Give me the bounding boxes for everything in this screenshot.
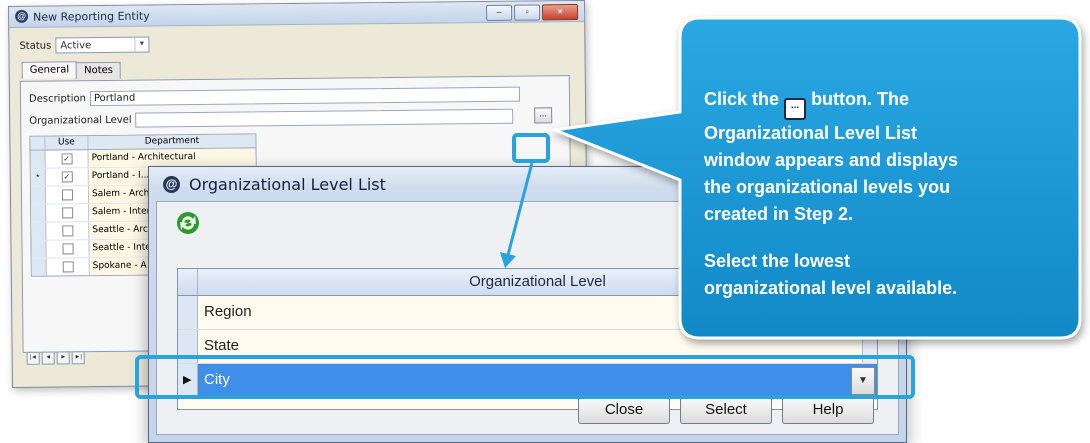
callout-line-4: the organizational levels you xyxy=(704,177,951,197)
next-record-button[interactable]: ► xyxy=(56,351,70,365)
callout-text: Click the ... button. The Organizational… xyxy=(704,86,1064,302)
description-label: Description xyxy=(28,93,86,105)
dialog-title: Organizational Level List xyxy=(189,175,386,194)
record-navigator: |◄ ◄ ► ►| xyxy=(26,351,85,365)
use-checkbox[interactable]: ✓ xyxy=(61,171,73,183)
title-bar: @ New Reporting Entity – ▫ × xyxy=(9,0,585,28)
ellipsis-button[interactable]: ... xyxy=(534,107,553,124)
maximize-button[interactable]: ▫ xyxy=(514,4,541,21)
callout-line-6: Select the lowest xyxy=(704,251,851,271)
status-dropdown[interactable]: Active ▼ xyxy=(55,36,150,54)
use-checkbox[interactable] xyxy=(62,261,74,273)
refresh-icon[interactable] xyxy=(175,210,201,236)
use-checkbox[interactable] xyxy=(61,207,73,219)
help-button[interactable]: Help xyxy=(782,396,874,424)
callout-line-2: Organizational Level List xyxy=(704,123,918,143)
status-label: Status xyxy=(19,40,52,52)
last-record-button[interactable]: ►| xyxy=(71,351,85,365)
close-button[interactable]: Close xyxy=(578,396,670,424)
row-selector-header xyxy=(178,269,198,295)
department-cell: Portland - Architectural xyxy=(88,148,256,168)
callout-line-7: organizational level available. xyxy=(704,278,958,298)
close-window-button[interactable]: × xyxy=(542,4,579,21)
row-marker xyxy=(30,186,47,204)
status-value: Active xyxy=(60,39,92,51)
org-level-label: Organizational Level xyxy=(29,114,132,127)
use-checkbox[interactable]: ✓ xyxy=(61,153,73,165)
org-level-row-label: Region xyxy=(204,303,252,320)
minimize-button[interactable]: – xyxy=(486,4,513,21)
callout-line-5: created in Step 2. xyxy=(704,204,854,224)
city-row-highlight xyxy=(135,355,915,399)
callout-spacer xyxy=(704,228,1064,248)
tab-general[interactable]: General xyxy=(21,61,78,79)
chevron-down-icon[interactable]: ▼ xyxy=(134,37,149,52)
row-selector-header xyxy=(30,136,46,150)
use-checkbox[interactable] xyxy=(61,243,74,255)
ellipsis-highlight xyxy=(512,133,550,163)
org-level-field[interactable] xyxy=(135,108,514,128)
app-icon: @ xyxy=(163,176,180,193)
use-column-header: Use xyxy=(45,136,89,150)
use-checkbox[interactable] xyxy=(61,189,73,201)
callout-line-1: Click the ... button. The xyxy=(704,86,1064,120)
ellipsis-button-icon: ... xyxy=(784,98,807,120)
org-level-row-label: State xyxy=(204,337,240,354)
department-column-header: Department xyxy=(144,136,200,147)
description-field[interactable]: Portland xyxy=(89,86,520,107)
row-marker xyxy=(30,150,46,168)
row-marker xyxy=(31,222,47,240)
prev-record-button[interactable]: ◄ xyxy=(41,351,55,365)
callout-text-post: button. The xyxy=(811,89,910,109)
row-marker: * xyxy=(30,168,46,186)
row-selector xyxy=(178,296,198,329)
callout-text-pre: Click the xyxy=(704,89,780,109)
select-button[interactable]: Select xyxy=(680,396,772,424)
row-marker xyxy=(31,258,47,276)
first-record-button[interactable]: |◄ xyxy=(26,351,40,365)
callout-line-3: window appears and displays xyxy=(704,150,959,170)
use-checkbox[interactable] xyxy=(61,225,73,237)
app-icon: @ xyxy=(15,9,29,23)
button-row: Close Select Help xyxy=(578,396,874,424)
window-title: New Reporting Entity xyxy=(33,9,150,24)
row-marker xyxy=(31,240,47,258)
row-marker xyxy=(31,204,47,222)
tab-notes[interactable]: Notes xyxy=(76,61,122,80)
